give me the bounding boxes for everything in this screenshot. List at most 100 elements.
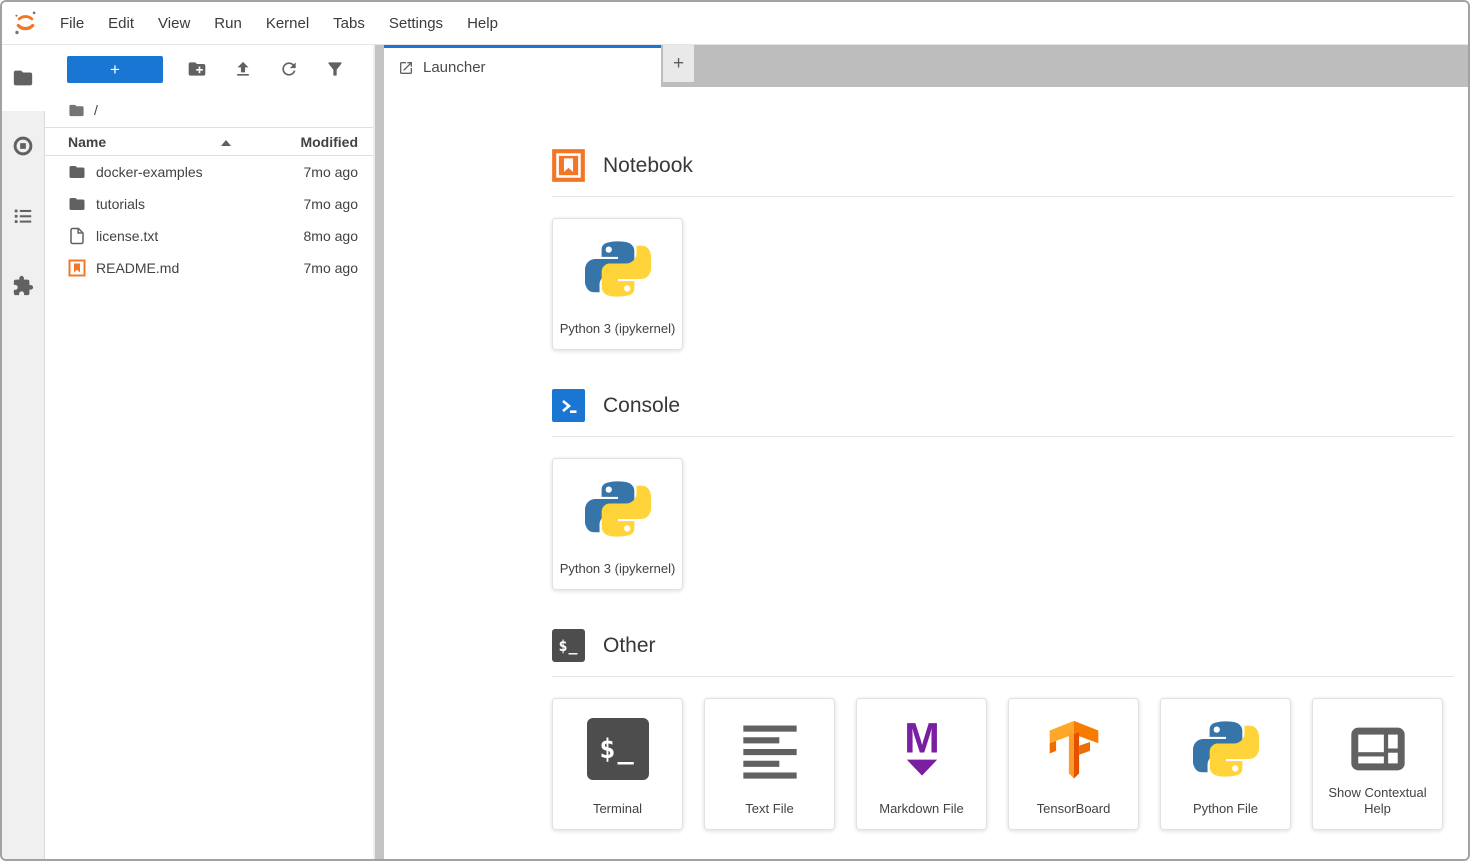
markdown-icon: M — [890, 715, 954, 783]
folder-icon — [68, 195, 86, 213]
console-icon — [552, 389, 585, 422]
contextual-help-icon — [1346, 715, 1410, 783]
launcher-card-tensorboard[interactable]: TensorBoard — [1008, 698, 1139, 830]
launcher-card-markdown-file[interactable]: M Markdown File — [856, 698, 987, 830]
column-header-name[interactable]: Name — [68, 134, 106, 150]
launcher-card-show-contextual-help[interactable]: Show Contextual Help — [1312, 698, 1443, 830]
refresh-button[interactable] — [279, 59, 299, 79]
file-modified: 7mo ago — [304, 164, 358, 180]
sidebar-item-file-browser[interactable] — [2, 45, 45, 111]
file-row-docker-examples[interactable]: docker-examples 7mo ago — [45, 156, 373, 188]
activity-bar — [2, 45, 45, 859]
card-label: Show Contextual Help — [1318, 785, 1437, 818]
section-divider — [552, 676, 1454, 677]
launcher-card-text-file[interactable]: Text File — [704, 698, 835, 830]
new-folder-button[interactable] — [187, 59, 207, 79]
svg-text:M: M — [904, 717, 940, 763]
card-label: TensorBoard — [1037, 801, 1111, 818]
python-icon — [585, 475, 651, 543]
tab-launcher[interactable]: Launcher — [384, 45, 661, 87]
card-label: Python 3 (ipykernel) — [560, 561, 676, 578]
menu-bar: File Edit View Run Kernel Tabs Settings … — [2, 2, 1468, 45]
card-label: Markdown File — [879, 801, 964, 818]
new-folder-icon — [187, 59, 207, 79]
breadcrumb-root: / — [94, 102, 98, 118]
launcher-card-console-python3[interactable]: Python 3 (ipykernel) — [552, 458, 683, 590]
menu-file[interactable]: File — [48, 9, 96, 38]
file-name: tutorials — [96, 196, 145, 212]
menu-help[interactable]: Help — [455, 9, 510, 38]
file-name: license.txt — [96, 228, 158, 244]
tab-label: Launcher — [423, 59, 486, 76]
menu-view[interactable]: View — [146, 9, 202, 38]
launcher-card-python-file[interactable]: Python File — [1160, 698, 1291, 830]
main-dock-panel: Launcher + Notebook — [384, 45, 1468, 859]
section-console: Console Python 3 (ipykernel) — [552, 389, 1458, 590]
breadcrumb[interactable]: / — [45, 93, 373, 127]
tab-bar: Launcher + — [384, 45, 1468, 87]
tensorboard-icon — [1042, 715, 1106, 783]
folder-icon — [68, 102, 85, 119]
section-divider — [552, 196, 1454, 197]
launcher-card-terminal[interactable]: $_ Terminal — [552, 698, 683, 830]
new-tab-button[interactable]: + — [662, 45, 695, 83]
upload-icon — [233, 59, 253, 79]
launcher-icon — [398, 60, 414, 76]
file-modified: 7mo ago — [304, 196, 358, 212]
section-title: Console — [603, 394, 680, 418]
new-launcher-button[interactable]: + — [67, 56, 163, 83]
stop-circle-icon — [12, 135, 34, 157]
text-file-icon — [738, 715, 802, 783]
jupyter-logo-icon — [2, 9, 48, 37]
sidebar-item-extension-manager[interactable] — [2, 251, 44, 321]
puzzle-icon — [12, 275, 34, 297]
sort-ascending-icon — [221, 140, 231, 146]
card-label: Terminal — [593, 801, 642, 818]
file-list: docker-examples 7mo ago tutorials 7mo ag… — [45, 156, 373, 859]
python-icon — [585, 235, 651, 303]
file-name: docker-examples — [96, 164, 203, 180]
filter-button[interactable] — [325, 59, 345, 79]
sidebar-item-table-of-contents[interactable] — [2, 181, 44, 251]
card-label: Text File — [745, 801, 793, 818]
launcher-card-notebook-python3[interactable]: Python 3 (ipykernel) — [552, 218, 683, 350]
panel-splitter[interactable] — [373, 45, 384, 859]
file-modified: 8mo ago — [304, 228, 358, 244]
launcher-body: Notebook Python 3 (ipykernel) — [384, 87, 1468, 859]
upload-button[interactable] — [233, 59, 253, 79]
card-label: Python 3 (ipykernel) — [560, 321, 676, 338]
file-row-tutorials[interactable]: tutorials 7mo ago — [45, 188, 373, 220]
section-title: Notebook — [603, 154, 693, 178]
section-other: $_ Other $_ Terminal — [552, 629, 1458, 830]
terminal-icon: $_ — [587, 715, 649, 783]
notebook-icon — [552, 149, 585, 182]
file-browser-toolbar: + — [45, 45, 373, 93]
section-notebook: Notebook Python 3 (ipykernel) — [552, 149, 1458, 350]
file-modified: 7mo ago — [304, 260, 358, 276]
file-name: README.md — [96, 260, 179, 276]
jupyterlab-window: File Edit View Run Kernel Tabs Settings … — [0, 0, 1470, 861]
file-browser-panel: + / — [45, 45, 373, 859]
menu-run[interactable]: Run — [202, 9, 254, 38]
text-file-icon — [68, 227, 86, 245]
menu-kernel[interactable]: Kernel — [254, 9, 321, 38]
sidebar-item-running-kernels[interactable] — [2, 111, 44, 181]
filter-icon — [325, 59, 345, 79]
column-header-modified[interactable]: Modified — [300, 134, 358, 150]
terminal-icon: $_ — [552, 629, 585, 662]
section-divider — [552, 436, 1454, 437]
file-list-header: Name Modified — [45, 127, 373, 156]
markdown-file-icon — [68, 259, 86, 277]
menu-edit[interactable]: Edit — [96, 9, 146, 38]
file-row-license[interactable]: license.txt 8mo ago — [45, 220, 373, 252]
menu-tabs[interactable]: Tabs — [321, 9, 377, 38]
file-row-readme[interactable]: README.md 7mo ago — [45, 252, 373, 284]
folder-icon — [68, 163, 86, 181]
folder-icon — [12, 67, 34, 89]
python-icon — [1193, 715, 1259, 783]
list-icon — [12, 205, 34, 227]
refresh-icon — [279, 59, 299, 79]
card-label: Python File — [1193, 801, 1258, 818]
section-title: Other — [603, 634, 656, 658]
menu-settings[interactable]: Settings — [377, 9, 455, 38]
